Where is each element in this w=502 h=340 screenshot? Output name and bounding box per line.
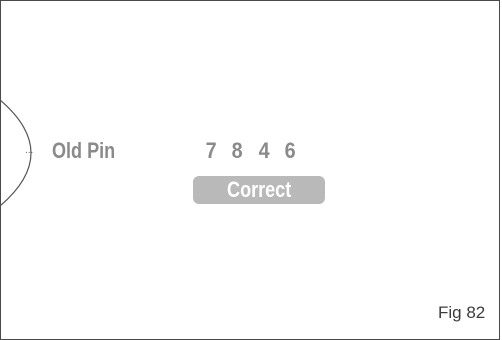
menu-indicator: ... <box>25 145 34 156</box>
status-badge: Correct <box>193 176 325 204</box>
status-text: Correct <box>226 177 292 202</box>
pin-digit: 4 <box>258 138 270 163</box>
pin-digit: 6 <box>284 138 296 163</box>
pin-digit: 7 <box>205 138 217 163</box>
figure-frame <box>0 0 500 340</box>
pin-digit: 8 <box>231 138 243 163</box>
pin-code: 7 8 4 6 <box>205 138 296 164</box>
figure-caption: Fig 82 <box>438 303 486 322</box>
old-pin-label: Old Pin <box>52 138 116 163</box>
